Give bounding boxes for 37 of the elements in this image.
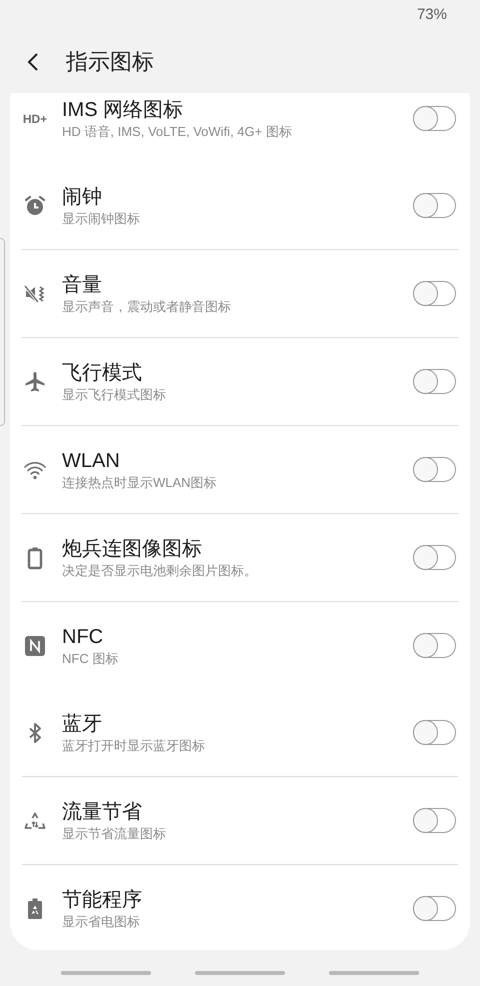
- setting-description: 连接热点时显示WLAN图标: [62, 474, 218, 492]
- setting-title: 音量: [62, 272, 103, 298]
- airplane-icon: [23, 370, 47, 394]
- back-icon: [26, 50, 40, 72]
- toggle-switch[interactable]: [413, 633, 456, 658]
- setting-description: 显示声音，震动或者静音图标: [62, 298, 232, 316]
- alarm-clock-icon: [23, 194, 47, 218]
- toggle-switch[interactable]: [413, 545, 456, 570]
- setting-description: 显示闹钟图标: [62, 210, 141, 228]
- setting-title: 流量节省: [62, 800, 143, 824]
- setting-title: 蓝牙: [62, 712, 103, 736]
- setting-description: HD 语音, IMS, VoLTE, VoWifi, 4G+ 图标: [62, 122, 293, 140]
- toggle-switch[interactable]: [413, 720, 456, 745]
- hd-plus-icon: HD+: [22, 110, 48, 128]
- setting-title: 炮兵连图像图标: [62, 536, 203, 562]
- toggle-switch[interactable]: [413, 896, 456, 921]
- setting-title: 闹钟: [62, 184, 103, 210]
- toggle-switch[interactable]: [413, 369, 456, 394]
- toggle-switch[interactable]: [413, 808, 456, 833]
- page-title: 指示图标: [66, 48, 154, 76]
- setting-title: NFC: [62, 624, 104, 650]
- toggle-switch[interactable]: [413, 193, 456, 218]
- toggle-switch[interactable]: [413, 281, 456, 306]
- setting-description: 决定是否显示电池剩余图片图标。: [62, 562, 258, 580]
- setting-description: 显示省电图标: [62, 912, 141, 930]
- setting-description: 蓝牙打开时显示蓝牙图标: [62, 736, 206, 754]
- battery-percentage: 73%: [416, 5, 447, 26]
- setting-description: 显示节省流量图标: [62, 824, 167, 842]
- toggle-switch[interactable]: [413, 106, 456, 131]
- setting-description: 显示飞行模式图标: [62, 386, 167, 404]
- setting-title: 节能程序: [62, 888, 143, 912]
- toggle-switch[interactable]: [413, 457, 456, 482]
- setting-title: WLAN: [62, 448, 121, 474]
- nfc-icon: [23, 634, 47, 658]
- setting-title: IMS 网络图标: [62, 98, 184, 122]
- setting-title: 飞行模式: [62, 360, 143, 386]
- setting-description: NFC 图标: [62, 650, 120, 668]
